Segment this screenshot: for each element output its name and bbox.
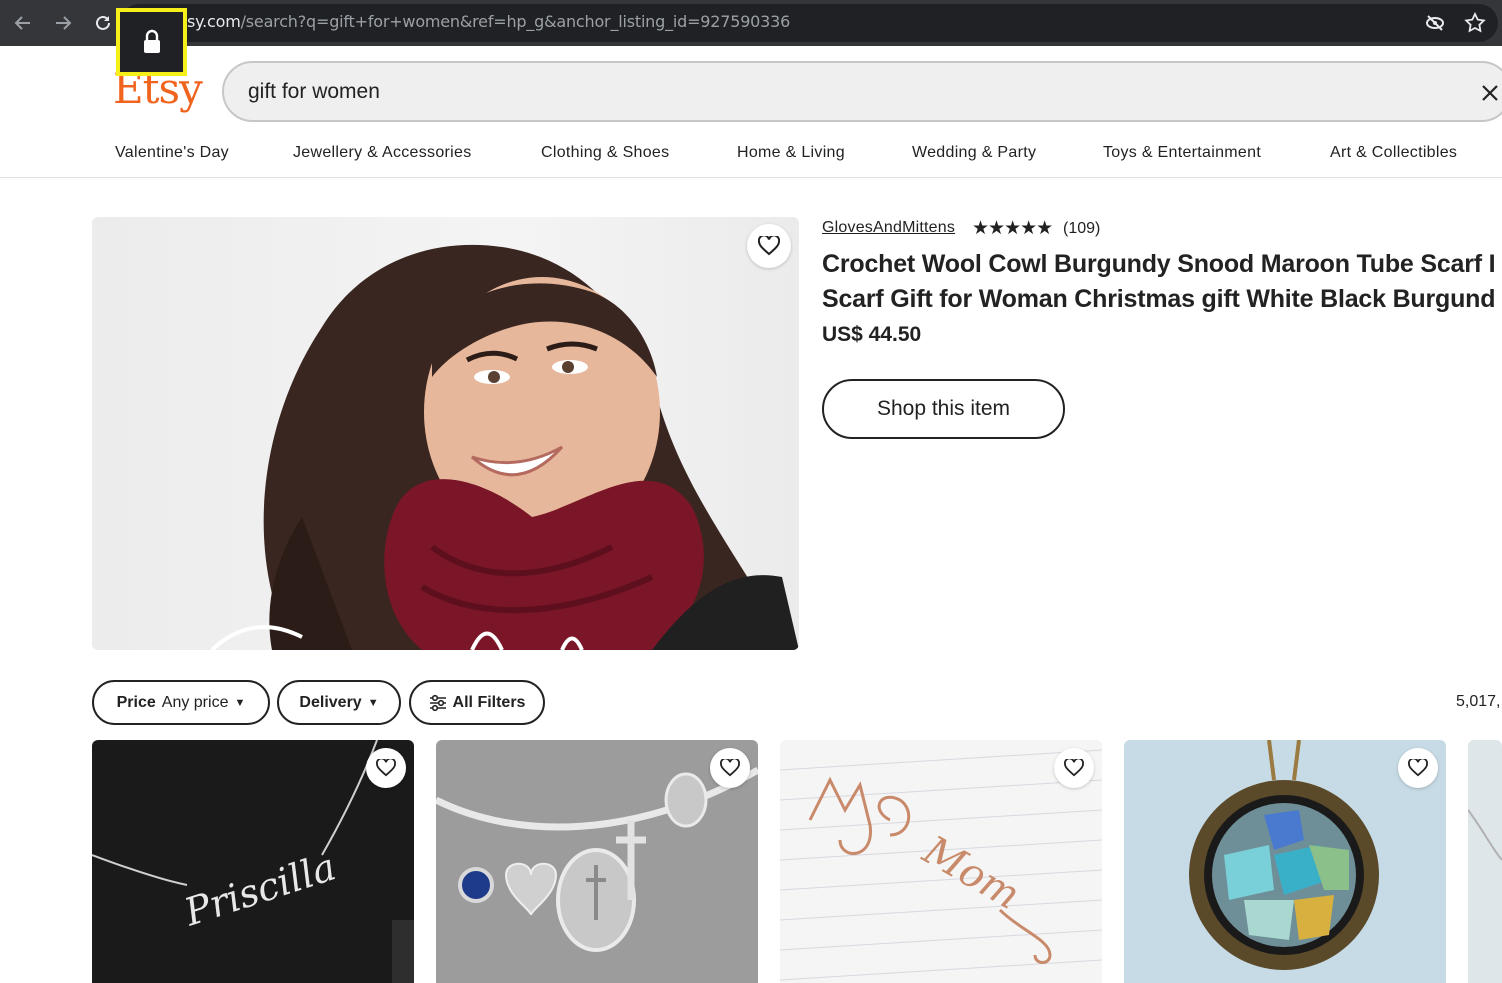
result-count: 5,017, [1456, 693, 1501, 710]
favorite-featured-button[interactable] [747, 224, 791, 268]
url-path: /search?q=gift+for+women&ref=hp_g&anchor… [240, 12, 791, 31]
heart-icon [376, 759, 396, 777]
price-filter-button[interactable]: Price Any price ▼ [92, 680, 270, 725]
featured-price: US$ 44.50 [822, 323, 922, 346]
category-valentines-day[interactable]: Valentine's Day [115, 144, 229, 162]
delivery-filter-button[interactable]: Delivery ▼ [277, 680, 401, 725]
browser-toolbar: sy.com/search?q=gift+for+women&ref=hp_g&… [0, 0, 1502, 46]
category-nav: Valentine's Day Jewellery & Accessories … [0, 140, 1502, 178]
category-toys-entertainment[interactable]: Toys & Entertainment [1103, 144, 1261, 162]
shop-name-link[interactable]: GlovesAndMittens [822, 219, 955, 237]
lock-icon [143, 29, 160, 53]
tracking-protection-icon[interactable] [1423, 11, 1447, 35]
product-card[interactable] [1468, 740, 1502, 983]
caret-down-icon: ▼ [367, 696, 379, 709]
heart-icon [758, 236, 780, 256]
favorite-button[interactable] [1398, 748, 1438, 788]
category-clothing-shoes[interactable]: Clothing & Shoes [541, 144, 669, 162]
category-jewellery-accessories[interactable]: Jewellery & Accessories [293, 144, 472, 162]
featured-listing-image[interactable] [92, 217, 799, 650]
favorite-button[interactable] [366, 748, 406, 788]
category-art-collectibles[interactable]: Art & Collectibles [1330, 144, 1457, 162]
product-card[interactable]: Priscilla [92, 740, 414, 983]
featured-title-line1: Crochet Wool Cowl Burgundy Snood Maroon … [822, 250, 1496, 278]
caret-down-icon: ▼ [234, 696, 246, 709]
price-filter-value: Any price [161, 693, 229, 711]
rating-count: (109) [1063, 220, 1101, 237]
bookmark-star-icon[interactable] [1463, 11, 1487, 35]
woman-scarf-photo [210, 244, 799, 650]
product-card[interactable] [1124, 740, 1446, 983]
heart-icon [720, 759, 740, 777]
delivery-filter-label: Delivery [299, 693, 362, 711]
product-card[interactable] [436, 740, 758, 983]
favorite-button[interactable] [710, 748, 750, 788]
filter-sliders-icon [429, 694, 446, 711]
necklace-name-text: Priscilla [178, 844, 341, 934]
url-host: sy.com [187, 12, 241, 31]
sea-glass-locket-photo [1189, 740, 1379, 970]
back-icon[interactable] [10, 10, 36, 36]
search-input[interactable]: gift for women [222, 61, 1502, 122]
favorite-button[interactable] [1054, 748, 1094, 788]
featured-title[interactable]: Crochet Wool Cowl Burgundy Snood Maroon … [822, 247, 1502, 317]
wire-word-text: Mom [914, 827, 1027, 919]
charm-bracelet-photo [436, 766, 758, 952]
site-info-lock-button[interactable] [116, 8, 187, 76]
product-card[interactable]: Mom [780, 740, 1102, 983]
wire-word-bookmark-photo: Mom [780, 749, 1102, 981]
category-wedding-party[interactable]: Wedding & Party [912, 144, 1036, 162]
heart-icon [1408, 759, 1428, 777]
partial-product-photo [1468, 809, 1502, 861]
rating-stars: ★★★★★ [972, 218, 1053, 239]
category-home-living[interactable]: Home & Living [737, 144, 845, 162]
clear-search-icon[interactable] [1478, 81, 1502, 105]
forward-icon[interactable] [50, 10, 76, 36]
reload-icon[interactable] [90, 10, 116, 36]
all-filters-label: All Filters [452, 693, 526, 711]
name-necklace-photo: Priscilla [92, 740, 414, 983]
shop-this-item-button[interactable]: Shop this item [822, 379, 1065, 439]
featured-title-line2: Scarf Gift for Woman Christmas gift Whit… [822, 285, 1496, 313]
price-filter-label: Price [116, 693, 156, 711]
heart-icon [1064, 759, 1084, 777]
search-query: gift for women [248, 80, 380, 103]
url-text[interactable]: sy.com/search?q=gift+for+women&ref=hp_g&… [187, 12, 790, 31]
all-filters-button[interactable]: All Filters [409, 680, 545, 725]
